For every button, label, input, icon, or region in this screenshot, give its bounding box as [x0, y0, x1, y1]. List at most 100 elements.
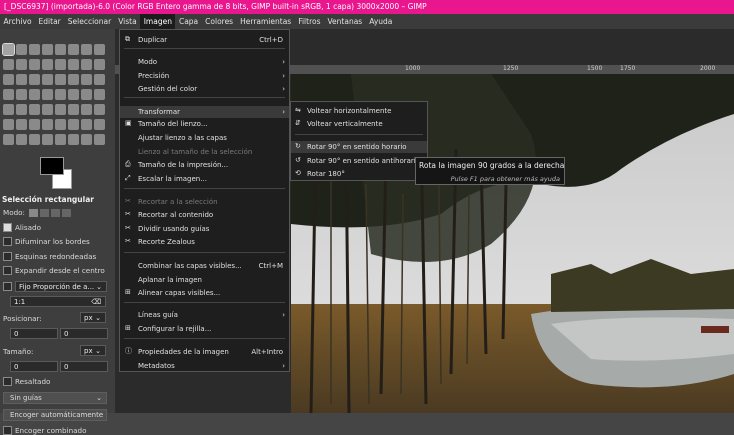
position-unit-select[interactable]: px ⌄ — [80, 312, 106, 323]
menu-item-tamano-impresion[interactable]: ⎙ Tamaño de la impresión... — [120, 159, 289, 171]
mode-replace-icon[interactable] — [28, 208, 38, 217]
fixed-checkbox[interactable] — [3, 282, 12, 291]
tool-icon[interactable] — [16, 44, 27, 55]
tool-icon[interactable] — [55, 89, 66, 100]
mode-add-icon[interactable] — [39, 208, 49, 217]
menu-item-tamano-lienzo[interactable]: ▣ Tamaño del lienzo... — [120, 118, 289, 130]
size-w-input[interactable]: 0 — [10, 361, 58, 372]
tool-icon[interactable] — [68, 89, 79, 100]
tool-icon[interactable] — [3, 89, 14, 100]
mode-subtract-icon[interactable] — [50, 208, 60, 217]
tool-icon[interactable] — [16, 104, 27, 115]
position-x-input[interactable]: 0 — [10, 328, 58, 339]
menu-capa[interactable]: Capa — [175, 14, 201, 29]
menu-imagen[interactable]: Imagen — [140, 14, 176, 29]
menu-item-combinar-capas[interactable]: Combinar las capas visibles... Ctrl+M — [120, 260, 289, 272]
menu-item-lineas-guia[interactable]: Líneas guía › — [120, 309, 289, 321]
menu-item-precision[interactable]: Precisión › — [120, 70, 289, 82]
submenu-item-rotar-180[interactable]: ⟲ Rotar 180° — [291, 168, 427, 180]
tool-icon[interactable] — [29, 59, 40, 70]
foreground-color-swatch[interactable] — [40, 157, 64, 175]
tool-icon[interactable] — [81, 89, 92, 100]
size-h-input[interactable]: 0 — [60, 361, 108, 372]
submenu-item-rotar-90-antihorario[interactable]: ↺ Rotar 90° en sentido antihorario — [291, 155, 427, 167]
fixed-option[interactable]: Fijo Proporción de a... ⌄ — [3, 281, 107, 292]
menu-item-alinear-capas[interactable]: ⊞ Alinear capas visibles... — [120, 287, 289, 299]
menu-ayuda[interactable]: Ayuda — [366, 14, 396, 29]
menu-item-gestion-color[interactable]: Gestión del color › — [120, 83, 289, 95]
tool-icon[interactable] — [42, 119, 53, 130]
clear-icon[interactable]: ⌫ — [91, 297, 101, 308]
tool-icon[interactable] — [94, 74, 105, 85]
tool-icon[interactable] — [16, 134, 27, 145]
shrink-merged-option[interactable]: Encoger combinado — [3, 426, 87, 435]
expand-checkbox[interactable] — [3, 266, 12, 275]
menu-item-recorte-zealous[interactable]: ✂ Recorte Zealous — [120, 236, 289, 248]
tool-icon[interactable] — [68, 44, 79, 55]
tool-icon[interactable] — [55, 59, 66, 70]
menu-item-dividir-guias[interactable]: ✂ Dividir usando guías — [120, 223, 289, 235]
tool-icon[interactable] — [81, 134, 92, 145]
tool-icon[interactable] — [42, 104, 53, 115]
menu-item-aplanar-imagen[interactable]: Aplanar la imagen — [120, 274, 289, 286]
tool-icon[interactable] — [42, 59, 53, 70]
submenu-item-voltear-vertical[interactable]: ⇵ Voltear verticalmente — [291, 118, 427, 130]
tool-icon[interactable] — [29, 134, 40, 145]
tool-icon[interactable] — [42, 89, 53, 100]
tool-icon[interactable] — [81, 59, 92, 70]
tool-icon[interactable] — [29, 74, 40, 85]
menu-item-escalar-imagen[interactable]: ⤢ Escalar la imagen... — [120, 173, 289, 185]
fixed-dropdown[interactable]: Fijo Proporción de a... ⌄ — [15, 281, 107, 292]
menu-archivo[interactable]: Archivo — [0, 14, 35, 29]
tool-icon[interactable] — [81, 119, 92, 130]
tool-icon[interactable] — [3, 59, 14, 70]
tool-icon[interactable] — [3, 119, 14, 130]
tool-icon[interactable] — [55, 104, 66, 115]
menu-item-modo[interactable]: Modo › — [120, 56, 289, 68]
menu-item-propiedades-imagen[interactable]: ⓘ Propiedades de la imagen Alt+Intro — [120, 346, 289, 358]
tool-icon[interactable] — [68, 104, 79, 115]
menu-item-metadatos[interactable]: Metadatos › — [120, 360, 289, 372]
menu-item-configurar-rejilla[interactable]: ⊞ Configurar la rejilla... — [120, 323, 289, 335]
tool-icon[interactable] — [94, 44, 105, 55]
tool-icon[interactable] — [94, 104, 105, 115]
tool-icon[interactable] — [94, 119, 105, 130]
menu-filtros[interactable]: Filtros — [295, 14, 324, 29]
highlight-option[interactable]: Resaltado — [3, 377, 50, 386]
antialias-checkbox[interactable] — [3, 223, 12, 232]
menu-ventanas[interactable]: Ventanas — [324, 14, 366, 29]
tool-icon[interactable] — [29, 104, 40, 115]
tool-icon[interactable] — [42, 44, 53, 55]
tool-icon[interactable] — [94, 89, 105, 100]
tool-icon[interactable] — [42, 74, 53, 85]
mode-intersect-icon[interactable] — [61, 208, 71, 217]
tool-icon[interactable] — [16, 119, 27, 130]
antialias-option[interactable]: Alisado — [3, 223, 41, 232]
menu-item-ajustar-lienzo[interactable]: Ajustar lienzo a las capas — [120, 132, 289, 144]
tool-icon[interactable] — [3, 104, 14, 115]
tool-icon[interactable] — [81, 44, 92, 55]
menu-editar[interactable]: Editar — [35, 14, 64, 29]
tool-icon[interactable] — [68, 74, 79, 85]
rounded-option[interactable]: Esquinas redondeadas — [3, 252, 96, 261]
menu-colores[interactable]: Colores — [202, 14, 237, 29]
tool-icon[interactable] — [29, 44, 40, 55]
feather-option[interactable]: Difuminar los bordes — [3, 237, 90, 246]
tool-icon[interactable] — [55, 119, 66, 130]
tool-icon[interactable] — [16, 89, 27, 100]
tool-icon[interactable] — [3, 74, 14, 85]
tool-icon[interactable] — [68, 119, 79, 130]
submenu-item-rotar-90-horario[interactable]: ↻ Rotar 90° en sentido horario — [291, 141, 427, 153]
tool-icon[interactable] — [68, 59, 79, 70]
expand-option[interactable]: Expandir desde el centro — [3, 266, 105, 275]
tool-icon[interactable] — [68, 134, 79, 145]
rounded-checkbox[interactable] — [3, 252, 12, 261]
tool-icon[interactable] — [42, 134, 53, 145]
feather-checkbox[interactable] — [3, 237, 12, 246]
ratio-input[interactable]: 1:1 ⌫ — [10, 296, 106, 307]
autoshrink-button[interactable]: Encoger automáticamente — [3, 409, 107, 421]
menu-item-transformar[interactable]: Transformar › — [120, 106, 289, 118]
menu-item-duplicar[interactable]: ⧉ Duplicar Ctrl+D — [120, 34, 289, 46]
size-unit-select[interactable]: px ⌄ — [80, 345, 106, 356]
menu-herramientas[interactable]: Herramientas — [237, 14, 295, 29]
